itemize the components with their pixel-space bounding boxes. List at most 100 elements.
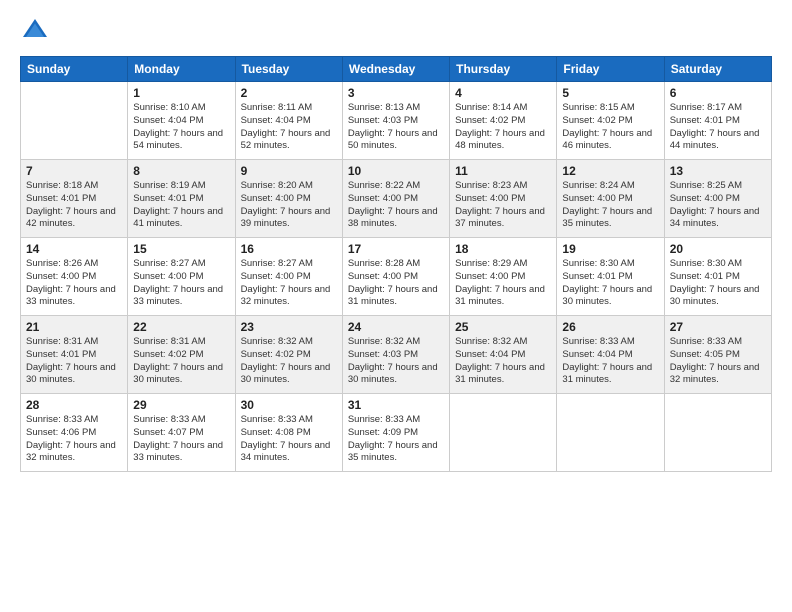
calendar-cell-2-1: 15 Sunrise: 8:27 AMSunset: 4:00 PMDayligh… bbox=[128, 238, 235, 316]
page: SundayMondayTuesdayWednesdayThursdayFrid… bbox=[0, 0, 792, 612]
day-info: Sunrise: 8:31 AMSunset: 4:02 PMDaylight:… bbox=[133, 336, 229, 387]
day-number: 25 bbox=[455, 320, 551, 334]
day-number: 12 bbox=[562, 164, 658, 178]
day-number: 30 bbox=[241, 398, 337, 412]
day-info: Sunrise: 8:33 AMSunset: 4:07 PMDaylight:… bbox=[133, 414, 229, 465]
day-number: 9 bbox=[241, 164, 337, 178]
day-number: 10 bbox=[348, 164, 444, 178]
weekday-header-thursday: Thursday bbox=[450, 57, 557, 82]
calendar-cell-4-3: 31 Sunrise: 8:33 AMSunset: 4:09 PMDayligh… bbox=[342, 394, 449, 472]
calendar-cell-0-4: 4Sunrise: 8:14 AMSunset: 4:02 PMDaylight… bbox=[450, 82, 557, 160]
calendar-cell-3-0: 21 Sunrise: 8:31 AMSunset: 4:01 PMDayligh… bbox=[21, 316, 128, 394]
calendar-row-3: 21 Sunrise: 8:31 AMSunset: 4:01 PMDayligh… bbox=[21, 316, 772, 394]
calendar-cell-1-5: 12 Sunrise: 8:24 AMSunset: 4:00 PMDayligh… bbox=[557, 160, 664, 238]
weekday-header-row: SundayMondayTuesdayWednesdayThursdayFrid… bbox=[21, 57, 772, 82]
day-number: 16 bbox=[241, 242, 337, 256]
day-number: 1 bbox=[133, 86, 229, 100]
calendar-cell-1-1: 8 Sunrise: 8:19 AMSunset: 4:01 PMDaylight… bbox=[128, 160, 235, 238]
calendar-cell-1-6: 13Sunrise: 8:25 AMSunset: 4:00 PMDayligh… bbox=[664, 160, 771, 238]
day-number: 15 bbox=[133, 242, 229, 256]
day-number: 7 bbox=[26, 164, 122, 178]
day-number: 20 bbox=[670, 242, 766, 256]
day-number: 29 bbox=[133, 398, 229, 412]
day-number: 2 bbox=[241, 86, 337, 100]
day-number: 17 bbox=[348, 242, 444, 256]
day-info: Sunrise: 8:27 AMSunset: 4:00 PMDaylight:… bbox=[133, 258, 229, 309]
day-info: Sunrise: 8:33 AMSunset: 4:09 PMDaylight:… bbox=[348, 414, 444, 465]
day-info: Sunrise: 8:13 AMSunset: 4:03 PMDaylight:… bbox=[348, 102, 444, 153]
day-number: 28 bbox=[26, 398, 122, 412]
day-number: 22 bbox=[133, 320, 229, 334]
calendar-row-2: 14 Sunrise: 8:26 AMSunset: 4:00 PMDayligh… bbox=[21, 238, 772, 316]
day-number: 8 bbox=[133, 164, 229, 178]
calendar-row-4: 28 Sunrise: 8:33 AMSunset: 4:06 PMDayligh… bbox=[21, 394, 772, 472]
calendar-table: SundayMondayTuesdayWednesdayThursdayFrid… bbox=[20, 56, 772, 472]
day-number: 11 bbox=[455, 164, 551, 178]
day-info: Sunrise: 8:33 AMSunset: 4:05 PMDaylight:… bbox=[670, 336, 766, 387]
day-info: Sunrise: 8:30 AMSunset: 4:01 PMDaylight:… bbox=[562, 258, 658, 309]
day-number: 26 bbox=[562, 320, 658, 334]
day-number: 23 bbox=[241, 320, 337, 334]
calendar-cell-1-0: 7 Sunrise: 8:18 AMSunset: 4:01 PMDaylight… bbox=[21, 160, 128, 238]
calendar-cell-1-4: 11 Sunrise: 8:23 AMSunset: 4:00 PMDayligh… bbox=[450, 160, 557, 238]
calendar-cell-0-0 bbox=[21, 82, 128, 160]
day-number: 14 bbox=[26, 242, 122, 256]
day-info: Sunrise: 8:33 AMSunset: 4:06 PMDaylight:… bbox=[26, 414, 122, 465]
day-info: Sunrise: 8:25 AMSunset: 4:00 PMDaylight:… bbox=[670, 180, 766, 231]
calendar-cell-2-4: 18Sunrise: 8:29 AMSunset: 4:00 PMDayligh… bbox=[450, 238, 557, 316]
day-info: Sunrise: 8:20 AMSunset: 4:00 PMDaylight:… bbox=[241, 180, 337, 231]
day-info: Sunrise: 8:17 AMSunset: 4:01 PMDaylight:… bbox=[670, 102, 766, 153]
weekday-header-sunday: Sunday bbox=[21, 57, 128, 82]
day-info: Sunrise: 8:24 AMSunset: 4:00 PMDaylight:… bbox=[562, 180, 658, 231]
day-number: 27 bbox=[670, 320, 766, 334]
calendar-cell-3-4: 25 Sunrise: 8:32 AMSunset: 4:04 PMDayligh… bbox=[450, 316, 557, 394]
day-info: Sunrise: 8:18 AMSunset: 4:01 PMDaylight:… bbox=[26, 180, 122, 231]
calendar-cell-2-0: 14 Sunrise: 8:26 AMSunset: 4:00 PMDayligh… bbox=[21, 238, 128, 316]
day-info: Sunrise: 8:32 AMSunset: 4:03 PMDaylight:… bbox=[348, 336, 444, 387]
day-info: Sunrise: 8:19 AMSunset: 4:01 PMDaylight:… bbox=[133, 180, 229, 231]
calendar-cell-1-2: 9 Sunrise: 8:20 AMSunset: 4:00 PMDaylight… bbox=[235, 160, 342, 238]
day-number: 6 bbox=[670, 86, 766, 100]
calendar-cell-0-5: 5 Sunrise: 8:15 AMSunset: 4:02 PMDaylight… bbox=[557, 82, 664, 160]
logo bbox=[20, 16, 54, 46]
day-info: Sunrise: 8:15 AMSunset: 4:02 PMDaylight:… bbox=[562, 102, 658, 153]
calendar-cell-1-3: 10Sunrise: 8:22 AMSunset: 4:00 PMDayligh… bbox=[342, 160, 449, 238]
day-number: 19 bbox=[562, 242, 658, 256]
calendar-cell-0-2: 2 Sunrise: 8:11 AMSunset: 4:04 PMDaylight… bbox=[235, 82, 342, 160]
logo-icon bbox=[20, 16, 50, 46]
day-number: 31 bbox=[348, 398, 444, 412]
day-info: Sunrise: 8:27 AMSunset: 4:00 PMDaylight:… bbox=[241, 258, 337, 309]
calendar-cell-2-2: 16 Sunrise: 8:27 AMSunset: 4:00 PMDayligh… bbox=[235, 238, 342, 316]
day-info: Sunrise: 8:29 AMSunset: 4:00 PMDaylight:… bbox=[455, 258, 551, 309]
calendar-cell-4-1: 29 Sunrise: 8:33 AMSunset: 4:07 PMDayligh… bbox=[128, 394, 235, 472]
weekday-header-wednesday: Wednesday bbox=[342, 57, 449, 82]
weekday-header-tuesday: Tuesday bbox=[235, 57, 342, 82]
calendar-cell-3-1: 22 Sunrise: 8:31 AMSunset: 4:02 PMDayligh… bbox=[128, 316, 235, 394]
calendar-cell-0-6: 6 Sunrise: 8:17 AMSunset: 4:01 PMDaylight… bbox=[664, 82, 771, 160]
calendar-cell-3-5: 26 Sunrise: 8:33 AMSunset: 4:04 PMDayligh… bbox=[557, 316, 664, 394]
weekday-header-saturday: Saturday bbox=[664, 57, 771, 82]
day-number: 3 bbox=[348, 86, 444, 100]
calendar-cell-2-6: 20 Sunrise: 8:30 AMSunset: 4:01 PMDayligh… bbox=[664, 238, 771, 316]
day-number: 5 bbox=[562, 86, 658, 100]
calendar-cell-4-5 bbox=[557, 394, 664, 472]
day-info: Sunrise: 8:33 AMSunset: 4:08 PMDaylight:… bbox=[241, 414, 337, 465]
day-info: Sunrise: 8:28 AMSunset: 4:00 PMDaylight:… bbox=[348, 258, 444, 309]
calendar-cell-2-5: 19 Sunrise: 8:30 AMSunset: 4:01 PMDayligh… bbox=[557, 238, 664, 316]
day-number: 21 bbox=[26, 320, 122, 334]
weekday-header-monday: Monday bbox=[128, 57, 235, 82]
day-info: Sunrise: 8:33 AMSunset: 4:04 PMDaylight:… bbox=[562, 336, 658, 387]
day-info: Sunrise: 8:23 AMSunset: 4:00 PMDaylight:… bbox=[455, 180, 551, 231]
calendar-cell-4-0: 28 Sunrise: 8:33 AMSunset: 4:06 PMDayligh… bbox=[21, 394, 128, 472]
day-info: Sunrise: 8:26 AMSunset: 4:00 PMDaylight:… bbox=[26, 258, 122, 309]
day-number: 4 bbox=[455, 86, 551, 100]
day-info: Sunrise: 8:32 AMSunset: 4:04 PMDaylight:… bbox=[455, 336, 551, 387]
day-info: Sunrise: 8:30 AMSunset: 4:01 PMDaylight:… bbox=[670, 258, 766, 309]
calendar-cell-2-3: 17 Sunrise: 8:28 AMSunset: 4:00 PMDayligh… bbox=[342, 238, 449, 316]
calendar-row-1: 7 Sunrise: 8:18 AMSunset: 4:01 PMDaylight… bbox=[21, 160, 772, 238]
calendar-cell-0-3: 3 Sunrise: 8:13 AMSunset: 4:03 PMDaylight… bbox=[342, 82, 449, 160]
day-info: Sunrise: 8:10 AMSunset: 4:04 PMDaylight:… bbox=[133, 102, 229, 153]
day-info: Sunrise: 8:31 AMSunset: 4:01 PMDaylight:… bbox=[26, 336, 122, 387]
calendar-cell-3-3: 24Sunrise: 8:32 AMSunset: 4:03 PMDayligh… bbox=[342, 316, 449, 394]
day-info: Sunrise: 8:11 AMSunset: 4:04 PMDaylight:… bbox=[241, 102, 337, 153]
